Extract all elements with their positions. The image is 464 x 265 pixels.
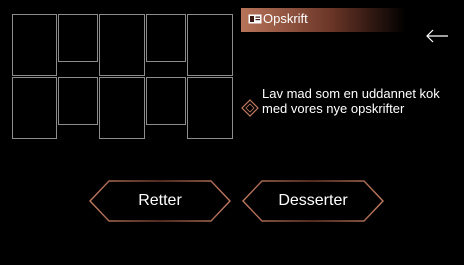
- description-text: Lav mad som en uddannet kok med vores ny…: [262, 86, 440, 116]
- image-tile[interactable]: [146, 77, 186, 125]
- retter-button-label: Retter: [138, 192, 182, 209]
- back-arrow-icon[interactable]: [424, 26, 450, 46]
- image-tile[interactable]: [146, 14, 186, 62]
- image-tile[interactable]: [187, 77, 233, 139]
- retter-button[interactable]: Retter: [89, 180, 231, 222]
- image-tile[interactable]: [99, 77, 145, 139]
- image-tile[interactable]: [58, 14, 98, 62]
- image-tile[interactable]: [12, 14, 57, 76]
- image-tile[interactable]: [187, 14, 233, 76]
- image-tile[interactable]: [99, 14, 145, 76]
- image-tile[interactable]: [12, 77, 57, 139]
- image-tile[interactable]: [58, 77, 98, 125]
- desserter-button[interactable]: Desserter: [242, 180, 384, 222]
- recipe-card-icon: [248, 14, 262, 24]
- desserter-button-label: Desserter: [278, 192, 348, 209]
- page-title: Opskrift: [263, 11, 308, 26]
- diamond-icon: [241, 99, 259, 117]
